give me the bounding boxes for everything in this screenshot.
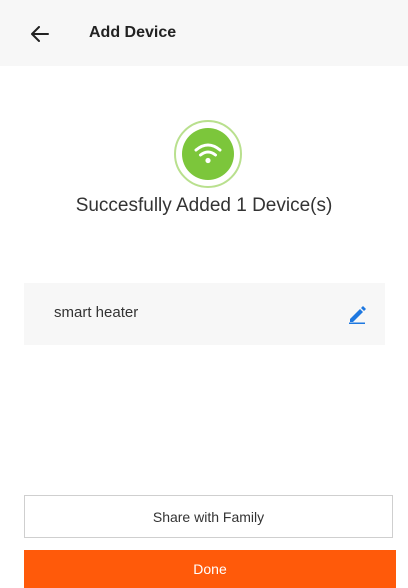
top-bar: Add Device (0, 0, 408, 66)
success-status-icon (173, 119, 243, 189)
device-list-item: smart heater (24, 283, 385, 345)
arrow-left-icon (31, 26, 49, 42)
device-name: smart heater (54, 304, 139, 321)
done-button[interactable]: Done (24, 550, 396, 588)
wifi-icon (174, 120, 242, 188)
page-title: Add Device (89, 24, 177, 41)
edit-device-name-button[interactable] (343, 300, 371, 328)
share-with-family-button[interactable]: Share with Family (24, 495, 393, 538)
success-message: Succesfully Added 1 Device(s) (75, 195, 333, 216)
pencil-icon (349, 306, 366, 324)
back-button[interactable] (26, 20, 54, 48)
